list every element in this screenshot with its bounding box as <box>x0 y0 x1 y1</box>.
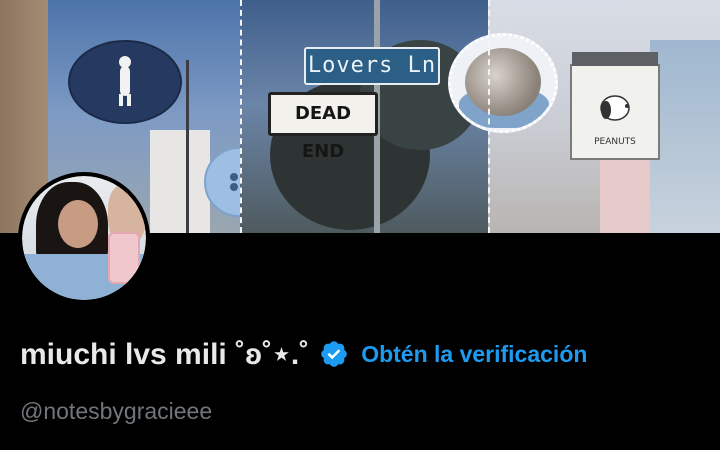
banner-cat-sticker <box>448 33 558 133</box>
banner-utility-pole <box>186 60 189 233</box>
banner-divider-right <box>488 0 490 233</box>
profile-avatar[interactable] <box>18 172 150 304</box>
peanuts-sign-mount <box>572 52 658 66</box>
snoopy-icon: PEANUTS <box>594 95 636 147</box>
banner-windows <box>650 40 720 233</box>
banner-building-white <box>150 130 210 233</box>
banner-dead-end-sign: DEAD END <box>268 92 378 162</box>
banner-peanuts-sign: PEANUTS <box>570 52 660 160</box>
peanuts-sign-label: PEANUTS <box>594 137 636 147</box>
profile-name-row: miuchi lvs mili ˚ʚ˚⋆.˚ Obtén la verifica… <box>20 334 587 374</box>
sticker-cat <box>465 48 541 116</box>
get-verified-link[interactable]: Obtén la verificación <box>361 341 587 368</box>
banner-meerkat-sign <box>68 40 182 124</box>
banner-street-sign: Lovers Ln <box>304 47 440 85</box>
meerkat-icon <box>119 56 131 106</box>
avatar-face <box>58 200 98 248</box>
profile-handle: @notesbygracieee <box>20 398 213 424</box>
avatar-phone <box>108 232 140 284</box>
banner-divider-left <box>240 0 242 233</box>
verified-badge-icon[interactable] <box>319 339 349 369</box>
profile-display-name: miuchi lvs mili ˚ʚ˚⋆.˚ <box>20 337 310 371</box>
avatar-photo <box>22 176 146 300</box>
